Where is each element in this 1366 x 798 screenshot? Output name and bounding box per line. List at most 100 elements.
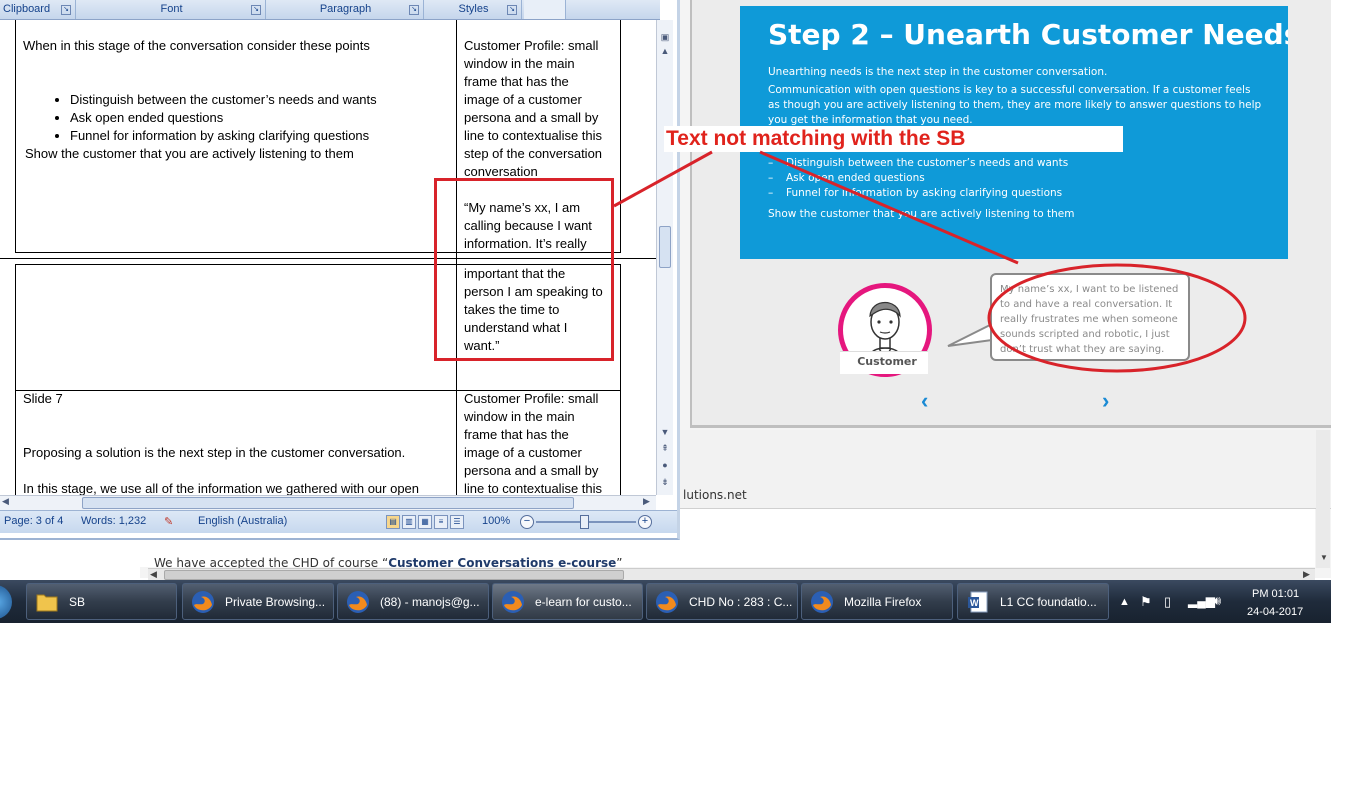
volume-icon[interactable]: 🔊︎ <box>1213 593 1221 609</box>
taskbar-label: Private Browsing... <box>225 595 326 609</box>
zoom-out-icon[interactable]: − <box>520 515 534 529</box>
taskbar-button-firefox[interactable]: Mozilla Firefox <box>801 583 953 620</box>
zoom-in-icon[interactable]: + <box>638 515 652 529</box>
ribbon-label: Clipboard <box>3 3 51 15</box>
speech-bubble-text: My name’s xx, I want to be listened to a… <box>1000 282 1184 357</box>
web-layout-icon[interactable]: ▦ <box>418 515 432 529</box>
cell-line: window in the main <box>464 56 575 71</box>
slide-bullet: – Distinguish between the customer’s need… <box>768 157 1069 169</box>
browser-horizontal-scroll-thumb[interactable] <box>164 570 624 580</box>
taskbar-button-word-doc[interactable]: W L1 CC foundatio... <box>957 583 1109 620</box>
language-indicator[interactable]: English (Australia) <box>198 515 287 527</box>
show-hidden-icons[interactable]: ▲ <box>1119 596 1130 608</box>
cell-intro: When in this stage of the conversation c… <box>23 38 370 53</box>
bubble-line: don’t trust what they are saying. <box>1000 344 1165 355</box>
cell-line: In this stage, we use all of the informa… <box>23 481 420 495</box>
device-icon[interactable]: ▯ <box>1164 594 1171 610</box>
cell-line: image of a customer <box>464 445 582 460</box>
ruler-toggle-icon[interactable]: ▣ <box>658 30 672 44</box>
taskbar-button-private-browsing[interactable]: Private Browsing... <box>182 583 334 620</box>
table-cell-right: Customer Profile: small window in the ma… <box>464 390 619 495</box>
proofing-icon[interactable]: ✎ <box>164 515 173 528</box>
word-status-bar: Page: 3 of 4 Words: 1,232 ✎ English (Aus… <box>0 510 677 533</box>
slide-title: Slide 7 <box>23 391 63 406</box>
scroll-down-icon[interactable]: ▼ <box>658 425 672 439</box>
outline-view-icon[interactable]: ≡ <box>434 515 448 529</box>
ribbon-label: Paragraph <box>319 3 372 15</box>
word-count[interactable]: Words: 1,232 <box>81 515 146 527</box>
scroll-left-icon[interactable]: ◀ <box>2 496 9 507</box>
cell-line: Proposing a solution is the next step in… <box>23 445 406 460</box>
taskbar-label: SB <box>69 595 86 609</box>
ribbon-group-clipboard[interactable]: Clipboard ↘ <box>0 0 76 19</box>
list-item: Funnel for information by asking clarify… <box>70 127 453 145</box>
cell-line: window in the main <box>464 409 575 424</box>
browse-object-icon[interactable]: ● <box>658 458 672 472</box>
cell-line: frame that has the <box>464 427 569 442</box>
scroll-right-icon[interactable]: ▶ <box>1303 569 1310 580</box>
dialog-launcher-icon[interactable]: ↘ <box>251 5 261 15</box>
taskbar-label: (88) - manojs@g... <box>380 595 480 609</box>
taskbar-label: CHD No : 283 : C... <box>689 595 793 609</box>
folder-icon <box>36 594 58 612</box>
annotation-highlight-box <box>434 178 614 361</box>
firefox-icon <box>656 591 678 613</box>
dialog-launcher-icon[interactable]: ↘ <box>507 5 517 15</box>
annotation-callout: Text not matching with the SB <box>666 127 966 150</box>
dialog-launcher-icon[interactable]: ↘ <box>61 5 71 15</box>
print-layout-icon[interactable]: ▤ <box>386 515 400 529</box>
list-item: Ask open ended questions <box>70 109 453 127</box>
ribbon-label: Styles <box>458 3 489 15</box>
scroll-up-icon[interactable]: ▲ <box>658 44 672 58</box>
taskbar-button-chd[interactable]: CHD No : 283 : C... <box>646 583 798 620</box>
cell-line: image of a customer <box>464 92 582 107</box>
ribbon-group-styles[interactable]: Styles ↘ <box>426 0 522 19</box>
taskbar-button-sb[interactable]: SB <box>26 583 177 620</box>
firefox-icon <box>347 591 369 613</box>
clock-time[interactable]: PM 01:01 <box>1252 588 1299 600</box>
taskbar-label: e-learn for custo... <box>535 595 632 609</box>
table-border <box>15 264 16 495</box>
firefox-icon <box>192 591 214 613</box>
taskbar-label: L1 CC foundatio... <box>1000 595 1097 609</box>
full-screen-reading-icon[interactable]: ▥ <box>402 515 416 529</box>
draft-view-icon[interactable]: ☰ <box>450 515 464 529</box>
page-indicator[interactable]: Page: 3 of 4 <box>4 515 63 527</box>
taskbar-button-gmail[interactable]: (88) - manojs@g... <box>337 583 489 620</box>
table-border <box>620 20 621 252</box>
ribbon-group-font[interactable]: Font ↘ <box>78 0 266 19</box>
word-ribbon: Clipboard ↘ Font ↘ Paragraph ↘ Styles ↘ <box>0 0 660 20</box>
action-center-flag-icon[interactable]: ⚑ <box>1140 594 1152 610</box>
previous-page-icon[interactable]: ⇞ <box>658 441 672 455</box>
ribbon-group-editing[interactable] <box>524 0 566 19</box>
slide-paragraph: Communication with open questions is key… <box>768 84 1251 96</box>
taskbar-button-elearn[interactable]: e-learn for custo... <box>492 583 643 620</box>
cell-line: persona and a small by <box>464 110 599 125</box>
dialog-launcher-icon[interactable]: ↘ <box>409 5 419 15</box>
scroll-down-icon[interactable]: ▼ <box>1320 553 1328 562</box>
word-vertical-scroll-thumb[interactable] <box>659 226 671 268</box>
previous-arrow-icon[interactable]: ‹ <box>921 388 928 414</box>
background-url-text: lutions.net <box>683 488 747 502</box>
clock-date[interactable]: 24-04-2017 <box>1247 606 1303 618</box>
next-arrow-icon[interactable]: › <box>1102 388 1109 414</box>
network-signal-icon[interactable]: ▂▄▆ <box>1188 594 1215 608</box>
scroll-right-icon[interactable]: ▶ <box>643 496 650 507</box>
ribbon-group-paragraph[interactable]: Paragraph ↘ <box>268 0 424 19</box>
zoom-level[interactable]: 100% <box>482 515 510 527</box>
svg-text:W: W <box>970 598 979 608</box>
speech-bubble-tail <box>947 323 993 347</box>
slide-paragraph: as though you are actively listening to … <box>768 99 1262 111</box>
scroll-left-icon[interactable]: ◀ <box>150 569 157 580</box>
cell-line: persona and a small by <box>464 463 599 478</box>
slide-bullet: – Funnel for information by asking clarif… <box>768 187 1063 199</box>
word-horizontal-scroll-thumb[interactable] <box>82 497 574 509</box>
word-doc-icon: W <box>968 591 988 613</box>
taskbar-label: Mozilla Firefox <box>844 595 922 609</box>
browser-background-bar <box>680 430 1331 508</box>
next-page-icon[interactable]: ⇟ <box>658 475 672 489</box>
cell-line: frame that has the <box>464 74 569 89</box>
zoom-slider-handle[interactable] <box>580 515 589 529</box>
browser-vertical-scrollbar[interactable] <box>1316 430 1330 568</box>
cell-line: line to contextualise this <box>464 481 603 495</box>
